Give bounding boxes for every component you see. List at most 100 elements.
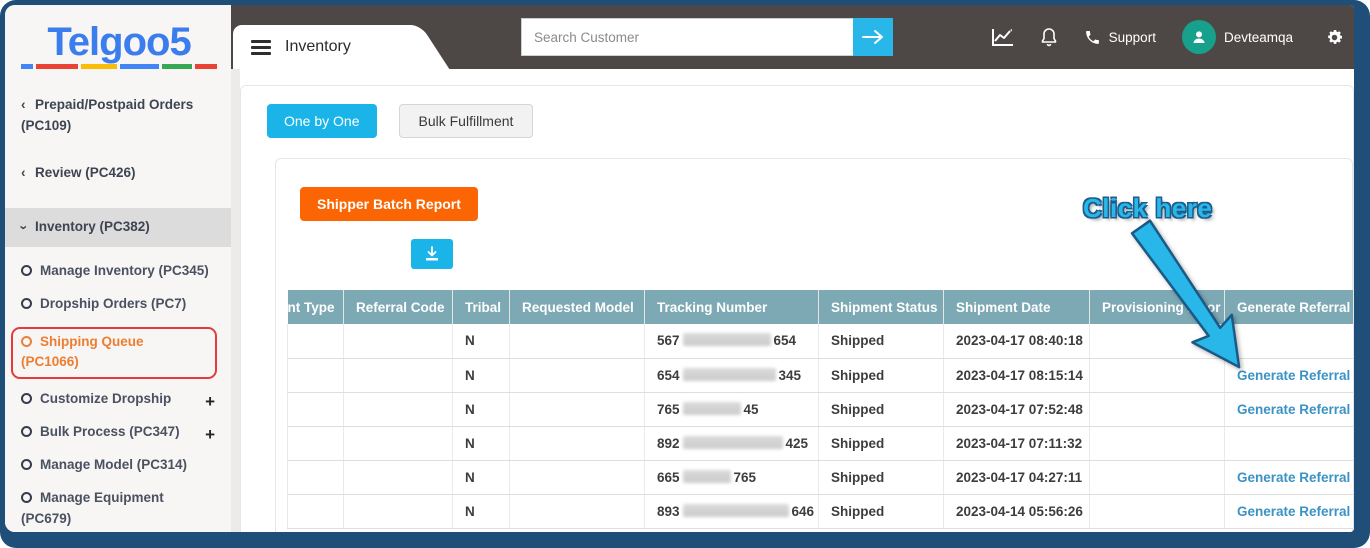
chevron-left-icon: ‹	[21, 97, 26, 112]
tab-label: Inventory	[285, 38, 351, 55]
masked-digits	[682, 367, 776, 381]
cell-shipment-status: Shipped	[818, 494, 944, 529]
cell-generate-referral-link	[1224, 426, 1353, 461]
arrow-right-icon	[862, 30, 883, 44]
generate-referral-code-link[interactable]: Generate Referral Code	[1237, 402, 1353, 417]
support-label: Support	[1108, 29, 1156, 45]
cell-shipment-status: Shipped	[818, 460, 944, 495]
reports-chart-button[interactable]	[991, 28, 1014, 46]
fulfillment-mode-buttons: One by One Bulk Fulfillment	[267, 104, 1353, 138]
cell-tracking-number: 765 45	[644, 392, 819, 427]
scrollbar-strip[interactable]	[231, 69, 240, 532]
annotation-arrow-icon	[1130, 219, 1241, 369]
support-button[interactable]: Support	[1084, 29, 1156, 46]
cell-tracking-number: 892 425	[644, 426, 819, 461]
sidebar-item-label: Manage Inventory (PC345)	[40, 262, 209, 278]
tab-inventory[interactable]: Inventory	[233, 25, 393, 69]
sidebar-item-customize-dropship[interactable]: Customize Dropship +	[21, 389, 217, 411]
search-bar	[521, 18, 893, 56]
annotation-click-here-label: Click here	[1083, 193, 1213, 223]
cell-requested-model	[509, 460, 645, 495]
table-row: N 665 765 Shipped 2023-04-17 04:27:11 Gen…	[287, 460, 1353, 495]
cell-referral-code	[343, 324, 453, 359]
avatar	[1181, 20, 1216, 54]
cell-shipment-status: Shipped	[818, 392, 944, 427]
plus-icon[interactable]: +	[205, 422, 215, 448]
radio-circle-icon	[21, 425, 32, 437]
username-label: Devteamqa	[1223, 29, 1293, 45]
sidebar-item-prepaid-postpaid-orders[interactable]: ‹ Prepaid/Postpaid Orders (PC109)	[21, 95, 217, 137]
cell-tracking-number: 893 646	[644, 494, 819, 529]
radio-circle-icon	[21, 492, 32, 504]
sidebar-item-inventory[interactable]: › Inventory (PC382)	[5, 207, 231, 247]
table-row: N 893 646 Shipped 2023-04-14 05:56:26 Gen…	[287, 494, 1353, 529]
screenshot-frame: Telgoo5 ‹ Prepaid/Postpaid Orders (PC109)…	[0, 0, 1370, 548]
cell-requested-model	[509, 426, 645, 461]
one-by-one-button[interactable]: One by One	[267, 104, 377, 138]
notifications-button[interactable]	[1040, 27, 1058, 47]
radio-circle-icon	[21, 459, 32, 471]
radio-circle-icon	[21, 392, 32, 404]
cell-equipment-type	[287, 426, 344, 461]
sidebar-item-label: Inventory (PC382)	[35, 218, 150, 234]
cell-referral-code	[343, 494, 453, 529]
cell-tribal: N	[452, 494, 510, 529]
sidebar-item-review[interactable]: ‹ Review (PC426)	[21, 163, 217, 184]
gear-icon	[1328, 29, 1342, 44]
sidebar-item-label: Prepaid/Postpaid Orders (PC109)	[21, 97, 194, 133]
chevron-left-icon: ‹	[21, 164, 26, 180]
cell-equipment-type	[287, 358, 344, 393]
col-requested-model: Requested Model	[509, 290, 645, 324]
cell-provisioning-error	[1089, 460, 1225, 495]
col-shipment-status: Shipment Status	[818, 290, 944, 324]
cell-requested-model	[509, 392, 645, 427]
cell-tracking-number: 665 765	[644, 460, 819, 495]
masked-digits	[682, 435, 783, 449]
generate-referral-code-link[interactable]: Generate Referral Code	[1237, 504, 1353, 519]
sidebar: Telgoo5 ‹ Prepaid/Postpaid Orders (PC109)…	[5, 5, 231, 532]
radio-circle-icon	[21, 336, 32, 348]
sidebar-item-label: Manage Model (PC314)	[40, 457, 188, 473]
app-window: Telgoo5 ‹ Prepaid/Postpaid Orders (PC109)…	[5, 5, 1354, 532]
cell-tribal: N	[452, 426, 510, 461]
sidebar-item-manage-equipment[interactable]: Manage Equipment (PC679)	[21, 488, 217, 529]
col-tracking-number: Tracking Number	[644, 290, 819, 324]
masked-digits	[682, 401, 741, 415]
user-menu[interactable]: Devteamqa	[1181, 20, 1293, 54]
cell-shipment-status: Shipped	[818, 358, 944, 393]
sidebar-item-manage-inventory[interactable]: Manage Inventory (PC345)	[21, 261, 217, 281]
sidebar-item-dropship-orders[interactable]: Dropship Orders (PC7)	[21, 294, 217, 314]
download-button[interactable]	[411, 239, 453, 269]
cell-referral-code	[343, 426, 453, 461]
cell-provisioning-error	[1089, 426, 1225, 461]
bulk-fulfillment-button[interactable]: Bulk Fulfillment	[398, 104, 534, 138]
cell-generate-referral-link: Generate Referral Code	[1224, 460, 1353, 495]
sidebar-item-label: Bulk Process (PC347)	[40, 423, 180, 439]
radio-circle-icon	[21, 264, 32, 276]
plus-icon[interactable]: +	[205, 389, 215, 415]
cell-tracking-number: 654 345	[644, 358, 819, 393]
topbar-right-cluster: Support Devteamqa	[991, 5, 1344, 69]
logo-underline	[21, 64, 217, 69]
download-icon	[426, 246, 438, 261]
generate-referral-code-link[interactable]: Generate Referral Code	[1237, 470, 1353, 485]
col-referral-code: Referral Code	[343, 290, 453, 324]
sidebar-item-label: Review (PC426)	[35, 164, 136, 180]
logo[interactable]: Telgoo5	[21, 15, 217, 79]
radio-circle-icon	[21, 297, 32, 309]
cell-referral-code	[343, 460, 453, 495]
cell-tribal: N	[452, 460, 510, 495]
search-submit-button[interactable]	[853, 18, 893, 56]
sidebar-item-bulk-process[interactable]: Bulk Process (PC347) +	[21, 422, 217, 444]
phone-icon	[1085, 30, 1099, 44]
sidebar-item-shipping-queue[interactable]: Shipping Queue (PC1066)	[11, 327, 217, 379]
settings-button[interactable]	[1325, 28, 1344, 47]
shipper-batch-report-button[interactable]: Shipper Batch Report	[300, 187, 478, 221]
sidebar-item-manage-model[interactable]: Manage Model (PC314)	[21, 455, 217, 475]
hamburger-menu-icon[interactable]	[251, 37, 271, 58]
chevron-down-icon: ›	[16, 224, 32, 230]
search-input[interactable]	[521, 18, 853, 56]
cell-generate-referral-link: Generate Referral Code	[1224, 494, 1353, 529]
line-chart-icon	[991, 29, 1013, 46]
masked-digits	[682, 333, 771, 347]
